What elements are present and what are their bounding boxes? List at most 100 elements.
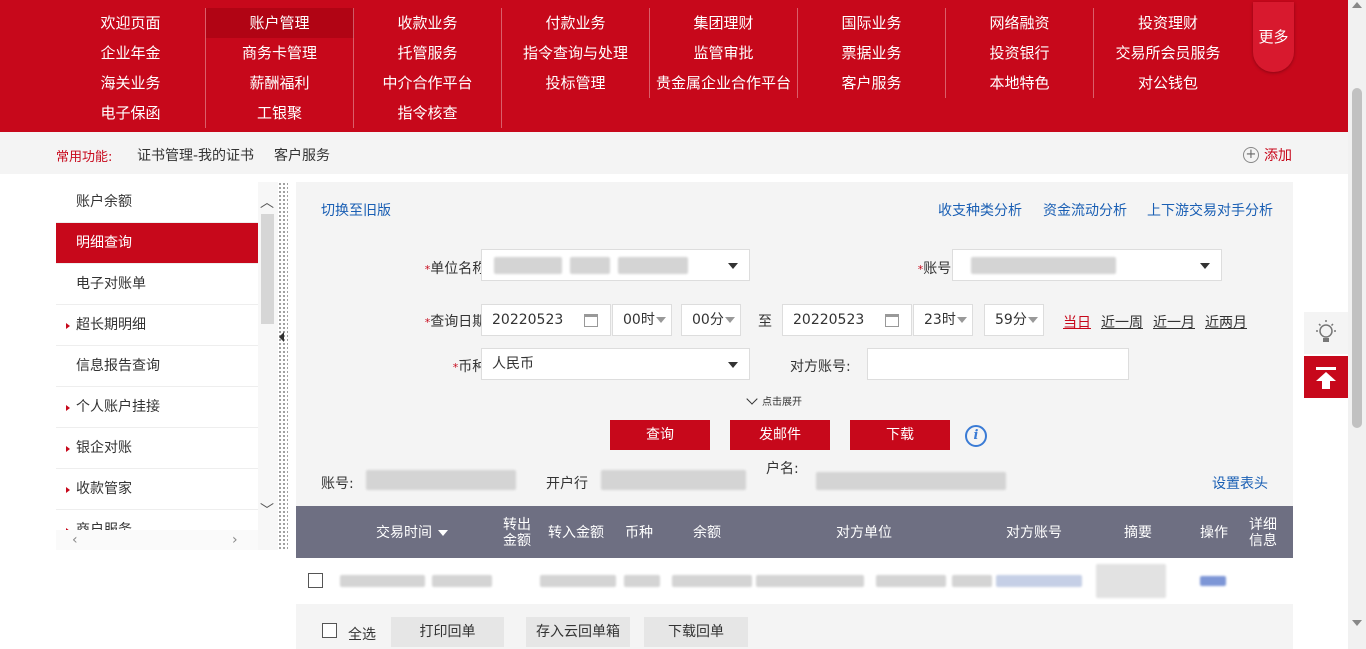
bank-label: 开户行 [546,476,588,492]
fund-flow-analysis-link[interactable]: 资金流动分析 [1043,200,1127,220]
info-icon[interactable]: i [965,425,987,447]
collapse-left-icon[interactable] [279,332,284,342]
counterparty-analysis-link[interactable]: 上下游交易对手分析 [1147,200,1273,220]
chevron-down-icon [957,317,967,323]
sidebar-item[interactable]: 信息报告查询 [56,346,258,387]
save-cloud-receipt-button[interactable]: 存入云回单箱 [526,617,630,647]
unit-name-select[interactable] [481,249,750,281]
scroll-left-icon[interactable]: ‹ [72,532,78,548]
top-menu-item[interactable]: 监管审批 [650,38,798,68]
fav-customer-service[interactable]: 客户服务 [274,145,330,165]
start-hour-select[interactable]: 00时 [612,304,672,336]
counter-account-input[interactable] [867,348,1129,380]
panel-splitter[interactable] [278,182,288,550]
download-button[interactable]: 下载 [850,420,950,450]
top-menu-item[interactable]: 投资银行 [946,38,1094,68]
col-transaction-time[interactable]: 交易时间 [376,525,448,541]
end-hour-select[interactable]: 23时 [913,304,973,336]
quick-date-two-months[interactable]: 近两月 [1205,312,1247,332]
sidebar-hscrollbar[interactable]: ‹ › [56,530,258,550]
set-table-header-link[interactable]: 设置表头 [1212,473,1268,493]
switch-old-version-link[interactable]: 切换至旧版 [321,200,391,220]
expand-toggle[interactable]: 点击展开 [746,392,802,408]
top-menu-item[interactable]: 收款业务 [354,8,502,38]
col-balance: 余额 [693,525,721,541]
print-receipt-button[interactable]: 打印回单 [391,617,504,647]
send-email-button[interactable]: 发邮件 [730,420,830,450]
top-menu-item[interactable]: 投资理财 [1094,8,1242,38]
income-expense-analysis-link[interactable]: 收支种类分析 [938,200,1022,220]
top-menu-item[interactable]: 指令核查 [354,98,502,128]
top-menu-item[interactable]: 商务卡管理 [206,38,354,68]
top-menu-item[interactable]: 客户服务 [798,68,946,98]
end-date-input[interactable]: 20220523 [782,304,912,336]
top-menu-row: 电子保函 工银聚 指令核查 [56,98,1250,128]
top-menu-row: 企业年金 商务卡管理 托管服务 指令查询与处理 监管审批 票据业务 投资银行 交易所会员服务 [56,38,1250,68]
top-menu-item[interactable]: 企业年金 [56,38,206,68]
chevron-down-icon [728,263,738,269]
top-menu-item[interactable]: 贵金属企业合作平台 [650,68,798,98]
sidebar-item[interactable]: 个人账户挂接 [56,387,258,428]
top-menu-item[interactable]: 本地特色 [946,68,1094,98]
more-menu-button[interactable]: 更多 [1253,2,1294,72]
scroll-up-icon[interactable] [1352,2,1362,8]
download-receipt-button[interactable]: 下载回单 [644,617,748,647]
start-date-input[interactable]: 20220523 [481,304,611,336]
start-minute-select[interactable]: 00分 [681,304,741,336]
account-select[interactable] [952,249,1222,281]
top-menu-item[interactable]: 网络融资 [946,8,1094,38]
back-to-top-button[interactable] [1304,356,1348,398]
end-minute-select[interactable]: 59分 [984,304,1044,336]
page-scrollbar[interactable] [1348,0,1366,649]
sidebar-scrollbar[interactable]: ︿ ﹀ [258,182,278,550]
col-operation: 操作 [1200,525,1228,541]
scroll-down-icon[interactable]: ﹀ [260,500,274,520]
top-menu-item[interactable]: 薪酬福利 [206,68,354,98]
sidebar-item[interactable]: 超长期明细 [56,305,258,346]
sidebar-item[interactable]: 账户余额 [56,182,258,223]
table-row[interactable] [296,558,1293,604]
top-menu-item[interactable]: 指令查询与处理 [502,38,650,68]
scroll-up-icon[interactable]: ︿ [260,192,274,212]
page-scroll-thumb[interactable] [1352,88,1362,428]
select-all-checkbox[interactable] [322,623,337,638]
currency-select[interactable]: 人民币 [481,348,750,380]
sidebar-scroll-thumb[interactable] [261,214,274,324]
scroll-right-icon[interactable]: › [232,532,238,548]
top-menu-item[interactable]: 票据业务 [798,38,946,68]
top-menu-item[interactable]: 交易所会员服务 [1094,38,1242,68]
query-button[interactable]: 查询 [610,420,710,450]
top-menu-item[interactable]: 欢迎页面 [56,8,206,38]
query-date-label: *查询日期: [424,314,491,330]
row-checkbox[interactable] [308,573,323,588]
sidebar-item[interactable]: 收款管家 [56,469,258,510]
top-menu-row: 海关业务 薪酬福利 中介合作平台 投标管理 贵金属企业合作平台 客户服务 本地特色 对公钱包 [56,68,1250,98]
top-menu-item[interactable]: 对公钱包 [1094,68,1242,98]
add-favorite-button[interactable]: + 添加 [1243,145,1292,165]
fav-cert-management[interactable]: 证书管理-我的证书 [137,145,254,165]
top-menu-item[interactable]: 电子保函 [56,98,206,128]
calendar-icon[interactable] [584,314,598,327]
sort-down-icon[interactable] [438,530,448,536]
top-menu-item[interactable]: 中介合作平台 [354,68,502,98]
scroll-down-icon[interactable] [1352,620,1362,626]
top-menu-empty [798,98,946,128]
lightbulb-icon[interactable] [1304,312,1348,354]
top-menu-item[interactable]: 国际业务 [798,8,946,38]
sidebar-item[interactable]: 银企对账 [56,428,258,469]
top-menu-item[interactable]: 托管服务 [354,38,502,68]
left-sidebar: 账户余额明细查询电子对账单超长期明细信息报告查询个人账户挂接银企对账收款管家商户… [56,182,258,550]
sidebar-item[interactable]: 明细查询 [56,223,258,264]
quick-date-week[interactable]: 近一周 [1101,312,1143,332]
top-menu-item[interactable]: 工银聚 [206,98,354,128]
sidebar-item[interactable]: 电子对账单 [56,264,258,305]
top-menu-item[interactable]: 账户管理 [206,8,354,38]
top-menu-item[interactable]: 海关业务 [56,68,206,98]
top-menu-item[interactable]: 投标管理 [502,68,650,98]
quick-date-today[interactable]: 当日 [1063,312,1091,332]
calendar-icon[interactable] [885,314,899,327]
quick-date-month[interactable]: 近一月 [1153,312,1195,332]
top-menu-item[interactable]: 集团理财 [650,8,798,38]
chevron-down-icon [728,362,738,368]
top-menu-item[interactable]: 付款业务 [502,8,650,38]
